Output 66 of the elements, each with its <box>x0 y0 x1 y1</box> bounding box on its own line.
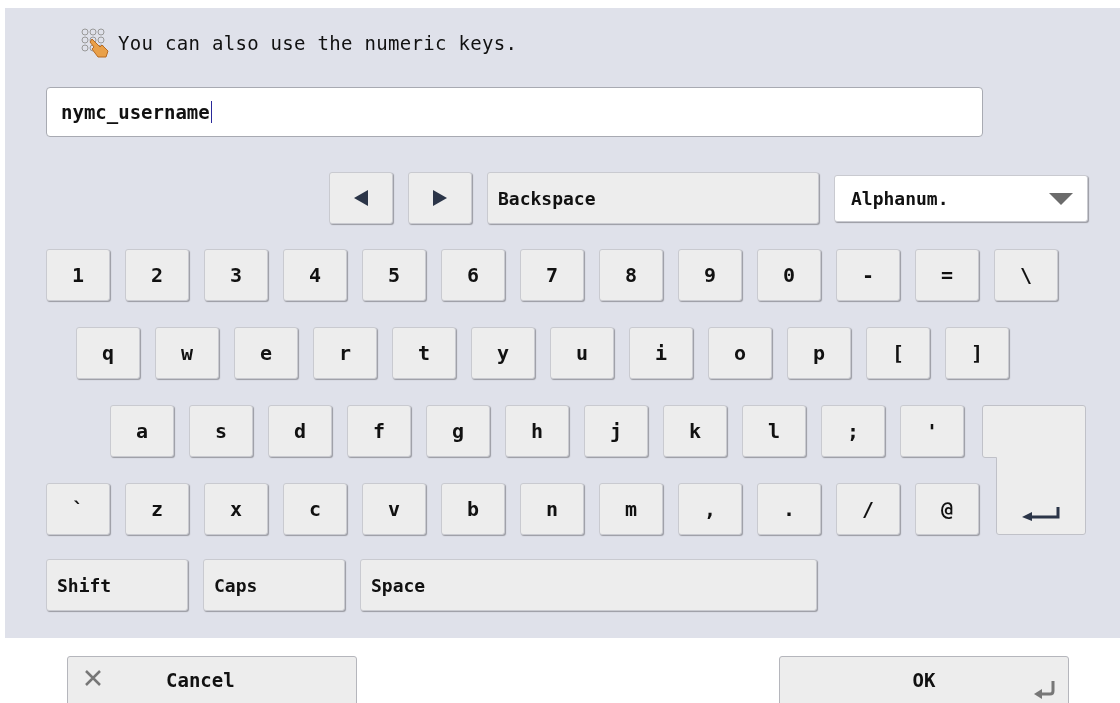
keyboard-key[interactable]: p <box>787 327 851 379</box>
keyboard-key[interactable]: e <box>234 327 298 379</box>
keyboard-key[interactable]: 5 <box>362 249 426 301</box>
input-mode-dropdown[interactable]: Alphanum. <box>834 175 1088 222</box>
keypad-hand-icon <box>80 27 112 59</box>
keyboard-key[interactable]: f <box>347 405 411 457</box>
keyboard-key[interactable]: b <box>441 483 505 535</box>
keyboard-key[interactable]: ] <box>945 327 1009 379</box>
backspace-key[interactable]: Backspace <box>487 172 819 224</box>
keyboard-key[interactable]: . <box>757 483 821 535</box>
keyboard-key[interactable]: @ <box>915 483 979 535</box>
keyboard-key[interactable]: 6 <box>441 249 505 301</box>
keyboard-key[interactable]: \ <box>994 249 1058 301</box>
keyboard-key[interactable]: m <box>599 483 663 535</box>
close-icon <box>84 669 102 687</box>
keyboard-key[interactable]: 3 <box>204 249 268 301</box>
keyboard-key[interactable]: l <box>742 405 806 457</box>
keyboard-key[interactable]: j <box>584 405 648 457</box>
keyboard-key[interactable]: 9 <box>678 249 742 301</box>
shift-key[interactable]: Shift <box>46 559 188 611</box>
keyboard-key[interactable]: n <box>520 483 584 535</box>
cancel-button[interactable]: Cancel <box>67 656 357 703</box>
keyboard-key[interactable]: 8 <box>599 249 663 301</box>
return-icon <box>1022 507 1060 521</box>
keyboard-key[interactable]: q <box>76 327 140 379</box>
keyboard-key[interactable]: [ <box>866 327 930 379</box>
return-icon <box>1034 681 1056 699</box>
keyboard-key[interactable]: g <box>426 405 490 457</box>
dropdown-arrow-icon <box>1049 192 1073 205</box>
keyboard-key[interactable]: / <box>836 483 900 535</box>
cursor-left-button[interactable] <box>329 172 393 224</box>
hint-text: You can also use the numeric keys. <box>118 32 518 54</box>
keyboard-key[interactable]: = <box>915 249 979 301</box>
right-triangle-icon <box>433 190 447 206</box>
left-triangle-icon <box>354 190 368 206</box>
text-input-field[interactable]: nymc_username <box>46 87 983 137</box>
keyboard-key[interactable]: ` <box>46 483 110 535</box>
keyboard-key[interactable]: d <box>268 405 332 457</box>
keyboard-key[interactable]: w <box>155 327 219 379</box>
keyboard-key[interactable]: v <box>362 483 426 535</box>
keyboard-key[interactable]: 1 <box>46 249 110 301</box>
keyboard-key[interactable]: a <box>110 405 174 457</box>
keyboard-key[interactable]: y <box>471 327 535 379</box>
ok-button[interactable]: OK <box>779 656 1069 703</box>
keyboard-key[interactable]: - <box>836 249 900 301</box>
space-key[interactable]: Space <box>360 559 817 611</box>
keyboard-key[interactable]: c <box>283 483 347 535</box>
keyboard-key[interactable]: h <box>505 405 569 457</box>
keyboard-key[interactable]: ' <box>900 405 964 457</box>
keyboard-key[interactable]: o <box>708 327 772 379</box>
caps-key[interactable]: Caps <box>203 559 345 611</box>
keyboard-key[interactable]: , <box>678 483 742 535</box>
keyboard-key[interactable]: i <box>629 327 693 379</box>
keyboard-key[interactable]: 7 <box>520 249 584 301</box>
keyboard-key[interactable]: ; <box>821 405 885 457</box>
keyboard-key[interactable]: z <box>125 483 189 535</box>
keyboard-key[interactable]: k <box>663 405 727 457</box>
keyboard-key[interactable]: u <box>550 327 614 379</box>
keyboard-key[interactable]: 0 <box>757 249 821 301</box>
cursor-right-button[interactable] <box>408 172 472 224</box>
keyboard-key[interactable]: s <box>189 405 253 457</box>
keyboard-key[interactable]: r <box>313 327 377 379</box>
keyboard-key[interactable]: 2 <box>125 249 189 301</box>
keyboard-key[interactable]: t <box>392 327 456 379</box>
keyboard-key[interactable]: x <box>204 483 268 535</box>
keyboard-key[interactable]: 4 <box>283 249 347 301</box>
